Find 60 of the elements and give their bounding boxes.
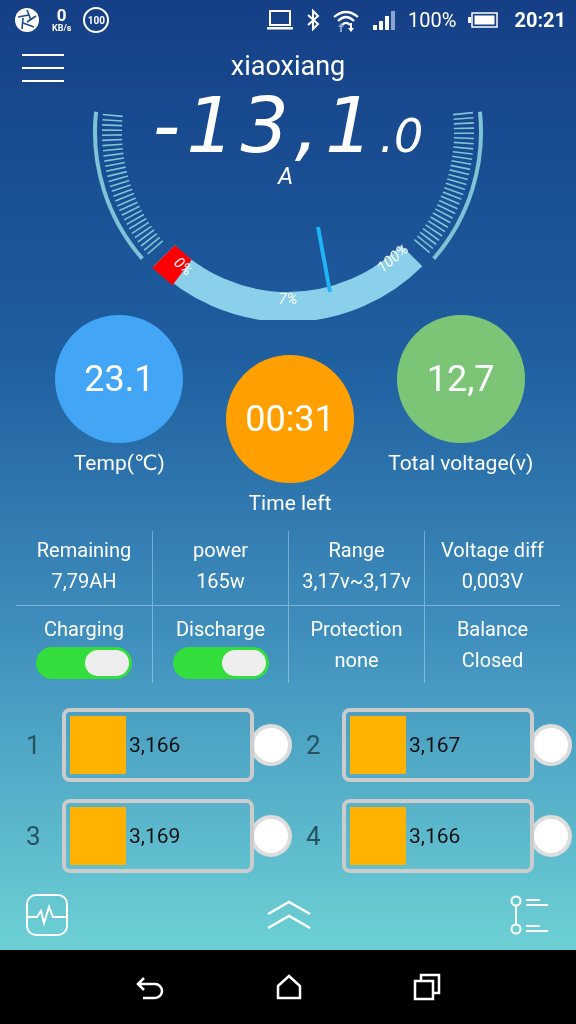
wifi-icon bbox=[332, 8, 361, 33]
cell-fill bbox=[70, 715, 126, 774]
info-value: 7,79AH bbox=[51, 567, 117, 595]
battery-icon bbox=[468, 12, 499, 29]
stat-circle: 12,7 bbox=[396, 314, 525, 443]
switch-label: Discharge bbox=[175, 615, 266, 643]
info-label: power bbox=[192, 536, 249, 564]
cell-voltage: 3,166 bbox=[409, 823, 461, 848]
scale-label: 0% bbox=[170, 253, 197, 280]
clock-time: 20:21 bbox=[514, 8, 566, 33]
bluetooth-icon bbox=[306, 8, 321, 33]
info-value: 165w bbox=[196, 567, 245, 595]
cell-fill bbox=[70, 806, 126, 865]
aperture-icon bbox=[14, 7, 40, 34]
toggle-switch[interactable] bbox=[172, 646, 269, 679]
stat-label: Total voltage(v) bbox=[388, 450, 534, 475]
status-label: Balance bbox=[456, 615, 529, 643]
current-decimal: .0 bbox=[379, 113, 424, 160]
back-icon[interactable] bbox=[135, 974, 166, 1001]
laptop-icon bbox=[266, 9, 295, 32]
gauge-needle bbox=[316, 226, 332, 293]
battery-percent: 100% bbox=[408, 8, 457, 33]
cell-fill bbox=[350, 715, 406, 774]
stat-circle: 23.1 bbox=[55, 314, 184, 443]
signal-icon bbox=[372, 9, 397, 32]
cell-fill bbox=[350, 806, 406, 865]
cell-voltage: 3,169 bbox=[129, 823, 181, 848]
status-value: Closed bbox=[461, 646, 524, 674]
app-title: xiaoxiang bbox=[230, 50, 346, 83]
info-value: 0,003V bbox=[461, 567, 524, 595]
info-value: 3,17v~3,17v bbox=[302, 567, 411, 595]
heartbeat-icon[interactable] bbox=[26, 894, 68, 937]
double-chevron-up-icon[interactable] bbox=[266, 900, 312, 931]
toggle-switch[interactable] bbox=[36, 646, 132, 679]
switch-label: Charging bbox=[44, 615, 124, 643]
current-reading: -13,1 bbox=[152, 92, 380, 165]
speed-value: 0 bbox=[56, 7, 67, 25]
stat-label: Temp(℃) bbox=[73, 450, 165, 475]
info-label: Remaining bbox=[36, 536, 132, 564]
recents-icon[interactable] bbox=[412, 973, 441, 1002]
cell-number: 2 bbox=[306, 729, 322, 760]
status-label: Protection bbox=[310, 615, 403, 643]
scale-label: 7% bbox=[278, 290, 298, 309]
home-icon[interactable] bbox=[276, 974, 302, 1001]
cell-number: 1 bbox=[26, 729, 42, 760]
timeline-list-icon[interactable] bbox=[510, 895, 550, 936]
cell-number: 4 bbox=[306, 820, 322, 851]
info-label: Range bbox=[328, 536, 385, 564]
menu-icon[interactable] bbox=[22, 52, 64, 83]
status-value: none bbox=[334, 646, 379, 674]
info-label: Voltage diff bbox=[441, 536, 544, 564]
cell-voltage: 3,166 bbox=[129, 732, 181, 757]
speed-unit: KB/s bbox=[52, 24, 72, 34]
stat-label: Time left bbox=[248, 490, 332, 515]
current-unit: A bbox=[278, 162, 294, 191]
cell-number: 3 bbox=[26, 820, 42, 851]
speed-limit-badge: 100 bbox=[83, 7, 110, 34]
stat-circle: 00:31 bbox=[226, 354, 354, 483]
cell-voltage: 3,167 bbox=[409, 732, 461, 757]
low-marker bbox=[152, 245, 192, 286]
